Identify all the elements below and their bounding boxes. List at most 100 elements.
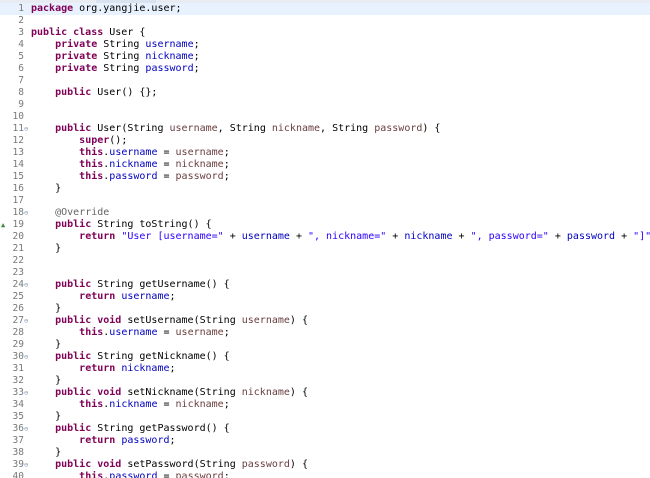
code-line[interactable]: 31 return nickname; xyxy=(0,363,650,375)
line-number: 12 xyxy=(12,135,24,146)
code-line[interactable]: 18 ⊖ @Override xyxy=(0,207,650,219)
line-number: 2 xyxy=(18,15,24,26)
code-line[interactable]: 4 private String username; xyxy=(0,39,650,51)
code-lines: 1 package org.yangjie.user; 2 3 public class… xyxy=(0,3,650,478)
code-line[interactable]: 13 this.username = username; xyxy=(0,147,650,159)
fold-collapse-icon[interactable]: ⊖ xyxy=(24,279,30,291)
code-token: ) { xyxy=(289,315,308,326)
code-line[interactable]: 28 this.username = username; xyxy=(0,327,650,339)
fold-collapse-icon[interactable]: ⊖ xyxy=(24,351,30,363)
code-line[interactable]: 25 return username; xyxy=(0,291,650,303)
code-token: = xyxy=(157,147,176,158)
code-token: password xyxy=(374,123,423,134)
code-token: User { xyxy=(103,27,146,38)
line-number: 7 xyxy=(18,75,24,86)
line-number: 28 xyxy=(12,327,24,338)
line-number: 33 xyxy=(12,387,24,398)
line-number: 6 xyxy=(18,63,24,74)
line-number: 25 xyxy=(12,291,24,302)
code-token: password xyxy=(241,459,290,470)
code-token: username xyxy=(169,123,218,134)
code-line[interactable]: 36 ⊖ public String getPassword() { xyxy=(0,423,650,435)
code-text: return username; xyxy=(31,291,176,303)
code-token: password xyxy=(175,171,224,182)
code-text: this.password = password; xyxy=(31,171,230,183)
code-token: , String xyxy=(320,123,375,134)
fold-collapse-icon[interactable]: ⊖ xyxy=(24,459,30,471)
code-line[interactable]: 37 return password; xyxy=(0,435,650,447)
line-number: 13 xyxy=(12,147,24,158)
code-token: (); xyxy=(109,135,128,146)
code-line[interactable]: 32 } xyxy=(0,375,650,387)
code-line[interactable]: 15 this.password = password; xyxy=(0,171,650,183)
code-line[interactable]: 16 } xyxy=(0,183,650,195)
code-token: return xyxy=(79,435,116,446)
code-line[interactable]: 5 private String nickname; xyxy=(0,51,650,63)
code-text: public User(String username, String nick… xyxy=(31,123,440,135)
fold-collapse-icon[interactable]: ⊖ xyxy=(24,315,30,327)
code-token: public xyxy=(55,219,92,230)
code-line[interactable]: 33 ⊖ public void setNickname(String nickn… xyxy=(0,387,650,399)
code-token: org.yangjie.user; xyxy=(73,3,182,14)
code-token: password xyxy=(566,231,616,242)
code-line[interactable]: 20 return "User [username=" + username +… xyxy=(0,231,650,243)
code-token: password xyxy=(109,471,158,478)
code-line[interactable]: 27 ⊖ public void setUsername(String usern… xyxy=(0,315,650,327)
line-number: 27 xyxy=(12,315,24,326)
code-line[interactable]: 21 } xyxy=(0,243,650,255)
code-line[interactable]: 40 this.password = password; xyxy=(0,471,650,478)
fold-collapse-icon[interactable]: ⊖ xyxy=(24,387,30,399)
code-line[interactable]: 11 ⊖ public User(String username, String … xyxy=(0,123,650,135)
code-text: private String username; xyxy=(31,39,200,51)
code-token: "User [username=" xyxy=(121,231,224,242)
code-text: public void setUsername(String username)… xyxy=(31,315,308,327)
code-token: nickname xyxy=(241,387,290,398)
code-line[interactable]: 26 } xyxy=(0,303,650,315)
code-line[interactable]: 38 } xyxy=(0,447,650,459)
code-token: ; xyxy=(223,471,230,478)
code-line[interactable]: 8 public User() {}; xyxy=(0,87,650,99)
code-editor[interactable]: 1 package org.yangjie.user; 2 3 public class… xyxy=(0,0,650,478)
code-token: username xyxy=(121,291,170,302)
code-token: this xyxy=(79,399,104,410)
code-line[interactable]: 17 xyxy=(0,195,650,207)
code-line[interactable]: 24 ⊖ public String getUsername() { xyxy=(0,279,650,291)
code-line[interactable]: 12 super(); xyxy=(0,135,650,147)
code-line[interactable]: 29 } xyxy=(0,339,650,351)
code-token: username xyxy=(175,327,224,338)
code-line[interactable]: 6 private String password; xyxy=(0,63,650,75)
code-line[interactable]: 19 ▲ public String toString() { xyxy=(0,219,650,231)
code-line[interactable]: 7 xyxy=(0,75,650,87)
code-text: package org.yangjie.user; xyxy=(31,3,182,15)
fold-collapse-icon[interactable]: ⊖ xyxy=(24,123,30,135)
code-token: username xyxy=(241,315,290,326)
code-line[interactable]: 9 xyxy=(0,99,650,111)
fold-collapse-icon[interactable]: ⊖ xyxy=(24,423,30,435)
code-text: } xyxy=(31,303,61,315)
code-token: this xyxy=(79,327,104,338)
line-number: 40 xyxy=(12,471,24,478)
override-marker-icon[interactable]: ▲ xyxy=(1,219,5,231)
code-line[interactable]: 14 this.nickname = nickname; xyxy=(0,159,650,171)
line-number: 23 xyxy=(12,267,24,278)
code-line[interactable]: 39 ⊖ public void setPassword(String passw… xyxy=(0,459,650,471)
fold-collapse-icon[interactable]: ⊖ xyxy=(24,207,30,219)
code-line[interactable]: 22 xyxy=(0,255,650,267)
code-line[interactable]: 1 package org.yangjie.user; xyxy=(0,3,650,15)
code-line[interactable]: 23 xyxy=(0,267,650,279)
line-number: 38 xyxy=(12,447,24,458)
line-number: 4 xyxy=(18,39,24,50)
code-token: ; xyxy=(169,291,176,302)
code-line[interactable]: 2 xyxy=(0,15,650,27)
code-token: username xyxy=(175,147,224,158)
code-line[interactable]: 35 } xyxy=(0,411,650,423)
code-token: public xyxy=(55,87,92,98)
code-text: } xyxy=(31,447,61,459)
code-line[interactable]: 3 public class User { xyxy=(0,27,650,39)
code-line[interactable]: 10 xyxy=(0,111,650,123)
code-line[interactable]: 34 this.nickname = nickname; xyxy=(0,399,650,411)
code-line[interactable]: 30 ⊖ public String getNickname() { xyxy=(0,351,650,363)
